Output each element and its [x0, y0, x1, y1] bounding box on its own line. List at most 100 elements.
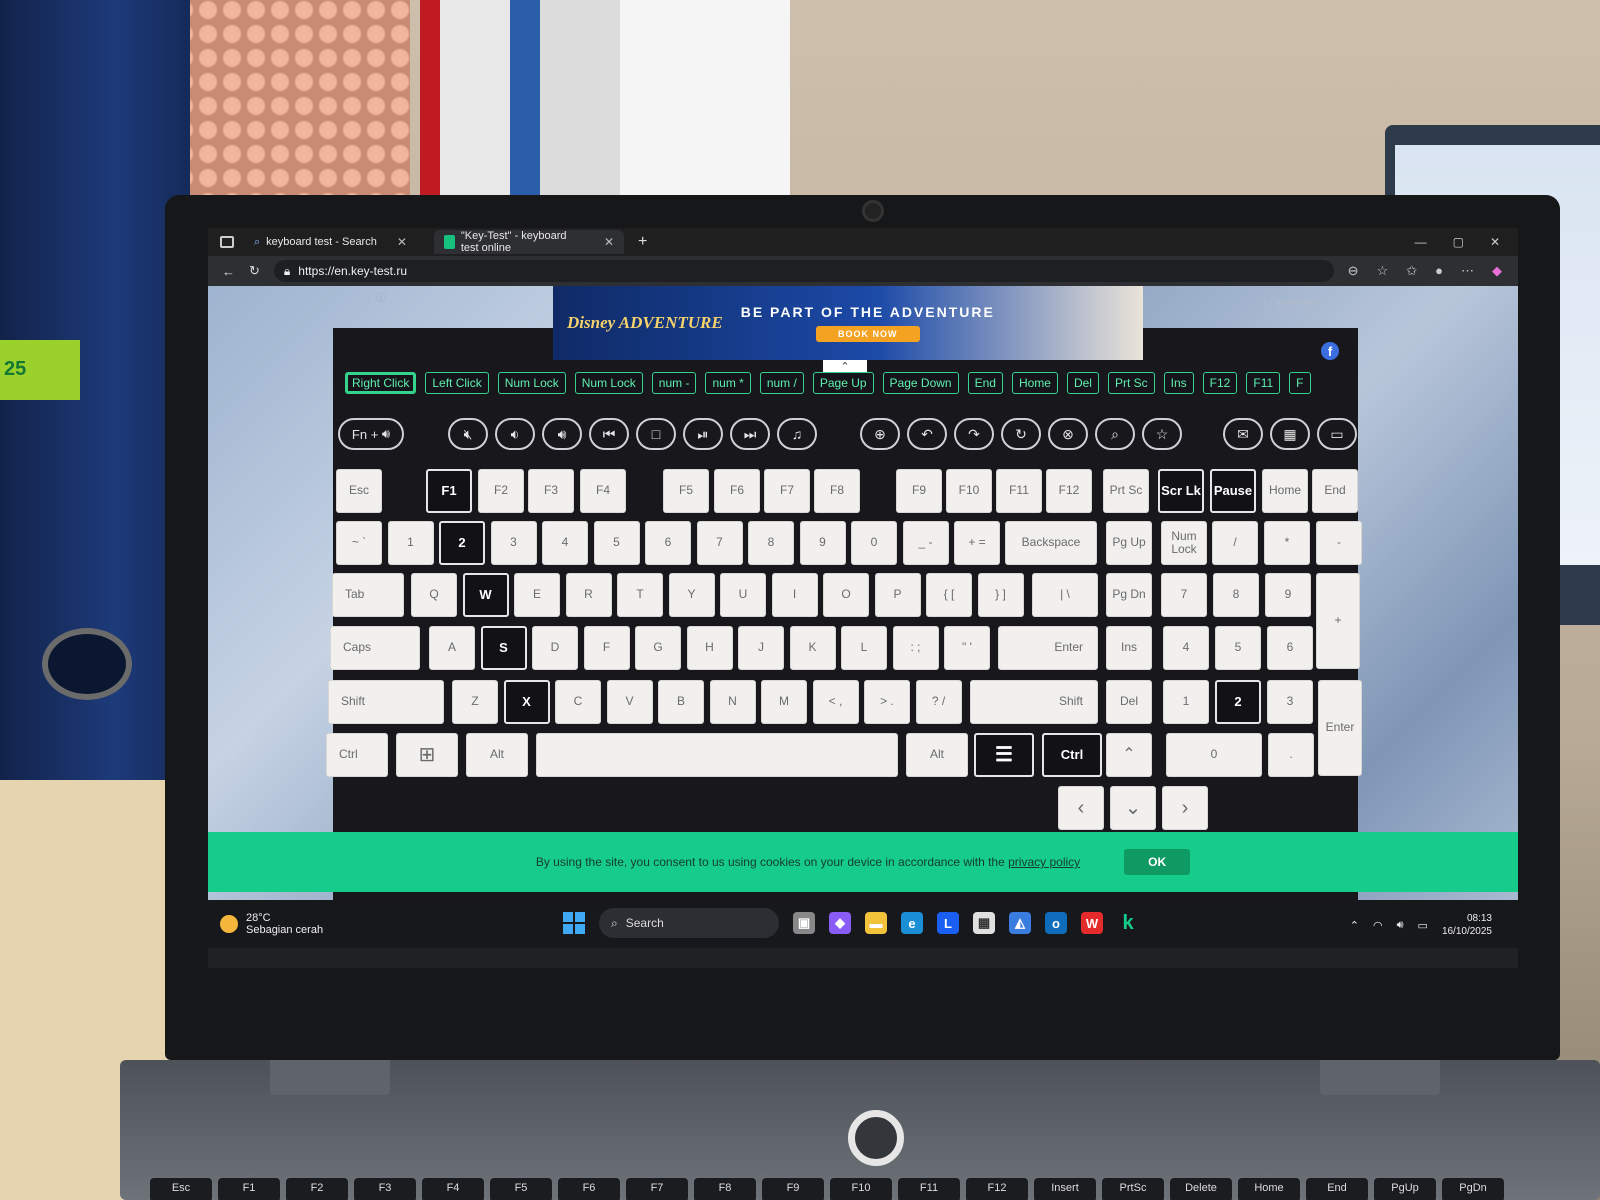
key-2[interactable]: 2 — [439, 521, 485, 565]
key-d[interactable]: D — [532, 626, 578, 670]
favorites-icon[interactable]: ✩ — [1406, 263, 1417, 279]
key-9[interactable]: 9 — [1265, 573, 1311, 617]
reader-icon[interactable]: ⊖ — [1348, 263, 1359, 279]
refresh-icon[interactable]: ↻ — [249, 263, 260, 279]
key-z[interactable]: Z — [452, 680, 498, 724]
key-p[interactable]: P — [874, 573, 921, 617]
key-r[interactable]: R — [565, 573, 612, 617]
key-0[interactable]: 0 — [851, 521, 897, 565]
key-n[interactable]: N — [709, 680, 756, 724]
maximize-icon[interactable]: ▢ — [1453, 235, 1464, 249]
chevron-up-icon[interactable]: ⌃ — [1350, 919, 1359, 932]
key-f9[interactable]: F9 — [896, 469, 942, 513]
key-f4[interactable]: F4 — [580, 469, 626, 513]
key-9[interactable]: 9 — [799, 521, 846, 565]
key-f8[interactable]: F8 — [814, 469, 860, 513]
copilot-icon[interactable]: ◆ — [1492, 263, 1502, 279]
refresh-icon[interactable]: ↻ — [1001, 418, 1041, 450]
key-e[interactable]: E — [514, 573, 560, 617]
ad-banner[interactable]: Disney ADVENTURE BE PART OF THE ADVENTUR… — [553, 286, 1143, 360]
power-button[interactable] — [848, 1110, 904, 1166]
key-pause[interactable]: Pause — [1210, 469, 1256, 513]
key-[interactable]: * — [1264, 521, 1310, 565]
arrow-up-icon[interactable]: ⌃ — [1106, 733, 1152, 777]
key-enter[interactable]: Enter — [998, 626, 1098, 670]
key-x[interactable]: X — [503, 680, 550, 724]
key-[interactable]: ~ ` — [336, 521, 382, 565]
key-i[interactable]: I — [771, 573, 818, 617]
key-3[interactable]: 3 — [1267, 680, 1313, 724]
key-f3[interactable]: F3 — [528, 469, 574, 513]
key-a[interactable]: A — [429, 626, 475, 670]
key-m[interactable]: M — [761, 680, 807, 724]
folder-icon[interactable]: ▭ — [1317, 418, 1357, 450]
key-8[interactable]: 8 — [1213, 573, 1259, 617]
key-2[interactable]: 2 — [1215, 680, 1261, 724]
key-alt[interactable]: Alt — [466, 733, 528, 777]
key-tab[interactable]: Tab — [332, 573, 404, 617]
key-alt[interactable]: Alt — [906, 733, 968, 777]
battery-icon[interactable]: ▭ — [1418, 919, 1428, 932]
close-icon[interactable]: ✕ — [604, 235, 614, 249]
tab-key-test[interactable]: "Key-Test" - keyboard test online ✕ — [434, 230, 624, 254]
wps-icon[interactable]: W — [1081, 912, 1103, 934]
key-f1[interactable]: F1 — [426, 469, 472, 513]
key-[interactable]: > . — [864, 680, 910, 724]
store-icon[interactable]: ▦ — [973, 912, 995, 934]
mail-icon[interactable]: ✉ — [1223, 418, 1263, 450]
key-6[interactable]: 6 — [645, 521, 691, 565]
key-q[interactable]: Q — [411, 573, 457, 617]
key-f12[interactable]: F12 — [1046, 469, 1092, 513]
key-shift[interactable]: Shift — [328, 680, 444, 724]
cancel-icon[interactable]: ⊗ — [1048, 418, 1088, 450]
key-[interactable]: < , — [812, 680, 859, 724]
url-field[interactable]: 🔒︎ https://en.key-test.ru — [273, 260, 1334, 282]
favorite-star-icon[interactable]: ☆ — [1377, 263, 1389, 279]
key-pg-dn[interactable]: Pg Dn — [1106, 573, 1152, 617]
key-l[interactable]: L — [841, 626, 887, 670]
key-backspace[interactable]: Backspace — [1005, 521, 1097, 565]
close-icon[interactable]: ✕ — [397, 235, 407, 249]
tab-search[interactable]: ⌕ keyboard test - Search ✕ — [244, 230, 434, 254]
key-num-lock[interactable]: Num Lock — [1161, 521, 1207, 565]
key-g[interactable]: G — [635, 626, 681, 670]
key-k[interactable]: K — [789, 626, 836, 670]
key-f2[interactable]: F2 — [478, 469, 524, 513]
key-[interactable]: | \ — [1032, 573, 1098, 617]
key-[interactable]: : ; — [892, 626, 939, 670]
key-u[interactable]: U — [720, 573, 766, 617]
key-f10[interactable]: F10 — [946, 469, 992, 513]
key-enter[interactable]: Enter — [1318, 680, 1362, 776]
key-w[interactable]: W — [462, 573, 509, 617]
fn-volume-button[interactable]: Fn + 🔊︎ — [338, 418, 404, 450]
wifi-icon[interactable]: ◠ — [1373, 919, 1383, 932]
key-esc[interactable]: Esc — [336, 469, 382, 513]
key-j[interactable]: J — [738, 626, 784, 670]
minimize-icon[interactable]: — — [1415, 235, 1427, 249]
key-f7[interactable]: F7 — [764, 469, 810, 513]
key-ctrl[interactable]: Ctrl — [1042, 733, 1102, 777]
key-f[interactable]: F — [583, 626, 630, 670]
key-test-app-icon[interactable]: k — [1117, 912, 1139, 934]
back-icon[interactable]: ← — [222, 264, 235, 279]
key-[interactable]: ? / — [915, 680, 962, 724]
key-4[interactable]: 4 — [542, 521, 588, 565]
profile-icon[interactable]: ● — [1435, 263, 1443, 279]
lenovo-icon[interactable]: L — [937, 912, 959, 934]
more-icon[interactable]: ⋯ — [1461, 263, 1474, 279]
key-[interactable]: - — [1316, 521, 1362, 565]
key-8[interactable]: 8 — [748, 521, 794, 565]
key-3[interactable]: 3 — [490, 521, 537, 565]
file-explorer-icon[interactable]: ▬ — [865, 912, 887, 934]
key-1[interactable]: 1 — [1163, 680, 1209, 724]
facebook-icon[interactable]: f — [1321, 342, 1339, 360]
arrow-left-icon[interactable]: ‹ — [1058, 786, 1104, 830]
windows-start-icon[interactable] — [563, 912, 585, 934]
key-del[interactable]: Del — [1106, 680, 1152, 724]
globe-icon[interactable]: ⊕ — [860, 418, 900, 450]
key-shift[interactable]: Shift — [970, 680, 1098, 724]
copilot-app-icon[interactable]: ◆ — [829, 912, 851, 934]
back-icon[interactable]: ↶ — [907, 418, 947, 450]
search-icon[interactable]: ⌕ — [1095, 418, 1135, 450]
key-f5[interactable]: F5 — [663, 469, 709, 513]
